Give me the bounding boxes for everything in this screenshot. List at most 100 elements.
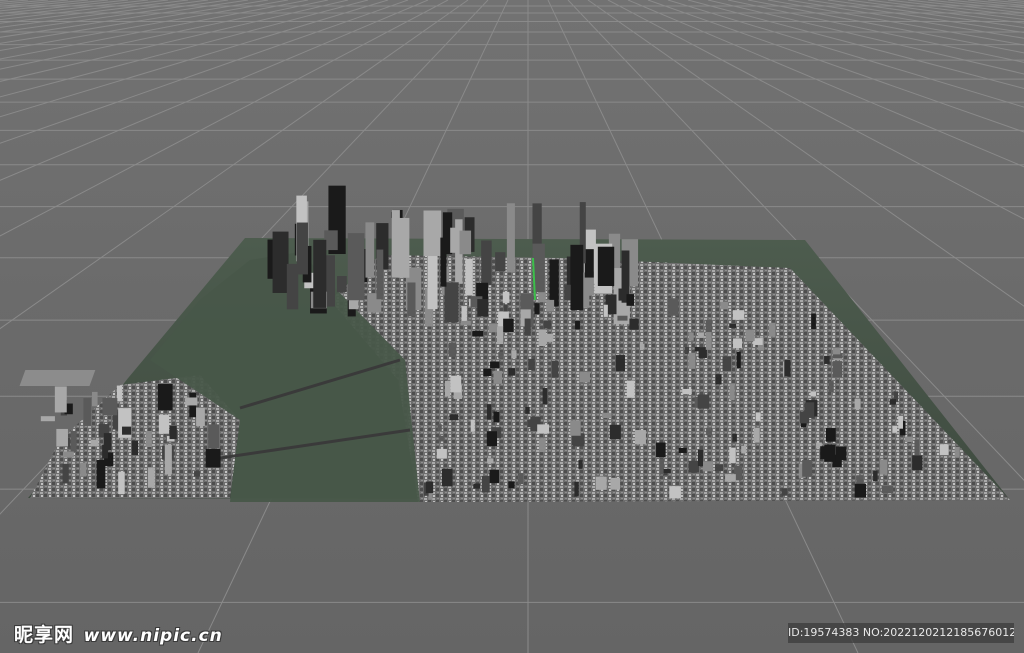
building [489, 469, 500, 484]
building [729, 447, 736, 463]
building [508, 368, 516, 376]
building [626, 294, 635, 306]
building [639, 343, 645, 350]
building [854, 398, 861, 410]
building [543, 320, 552, 329]
building [729, 323, 737, 328]
building [745, 330, 755, 342]
building [296, 222, 308, 275]
building [450, 227, 461, 253]
building [722, 356, 732, 371]
building [617, 315, 628, 321]
building [688, 460, 699, 473]
building [92, 391, 98, 407]
building [376, 249, 384, 300]
building [436, 448, 447, 459]
building [441, 468, 453, 487]
building [472, 330, 484, 337]
building [663, 469, 671, 474]
building [450, 375, 462, 393]
building [90, 439, 99, 447]
building [444, 380, 451, 397]
building [337, 276, 347, 293]
building [131, 440, 139, 456]
building [615, 355, 625, 372]
building [508, 481, 515, 489]
building [496, 326, 504, 345]
building [564, 284, 571, 301]
building [164, 444, 172, 475]
building [490, 361, 500, 368]
building [881, 485, 894, 494]
building [733, 338, 743, 349]
building [54, 386, 67, 413]
building [83, 398, 91, 426]
building [549, 259, 559, 307]
building [423, 210, 442, 257]
building [825, 428, 836, 442]
building [158, 414, 170, 434]
watermark-id-badge: ID:19574383 NO:20221202121856760129 [788, 623, 1014, 643]
building [634, 430, 646, 445]
building [145, 430, 152, 447]
building [102, 398, 118, 416]
watermark-site-text: www.nipic.cn [83, 626, 223, 646]
building [720, 301, 729, 310]
building [365, 222, 375, 278]
building [449, 414, 459, 421]
building [854, 483, 867, 498]
building [103, 433, 112, 451]
building [534, 303, 540, 315]
building [551, 360, 559, 378]
building [939, 444, 949, 455]
building [824, 356, 830, 364]
building [440, 237, 447, 287]
building [545, 333, 554, 342]
building [481, 475, 490, 493]
building [502, 291, 510, 303]
building [438, 435, 445, 442]
building [725, 474, 736, 482]
building [715, 374, 722, 385]
watermark-logo: 昵享网 www.nipic.cn [14, 620, 223, 647]
building [511, 350, 517, 359]
building [157, 383, 173, 411]
building [799, 411, 810, 424]
building [741, 445, 747, 454]
building [609, 424, 621, 440]
building [688, 332, 694, 341]
watermark-logo-text: 昵享网 [14, 624, 75, 646]
building [715, 464, 724, 472]
building [56, 428, 68, 447]
building [570, 420, 581, 436]
building [465, 258, 473, 296]
building [685, 346, 690, 355]
building [428, 492, 433, 500]
city-model[interactable] [0, 0, 1024, 653]
building [208, 424, 219, 449]
building [148, 467, 155, 488]
building [768, 322, 776, 337]
building [477, 299, 489, 317]
building [537, 424, 550, 434]
building [678, 447, 687, 453]
3d-viewport[interactable]: 昵享网 www.nipic.cn ID:19574383 NO:20221202… [0, 0, 1024, 653]
building [579, 372, 590, 383]
building [185, 397, 198, 406]
building [487, 404, 492, 420]
building [437, 424, 442, 431]
building [697, 449, 704, 467]
building [571, 434, 584, 446]
building [62, 463, 69, 484]
building [495, 252, 506, 272]
building [729, 383, 735, 401]
building [473, 483, 481, 489]
building [706, 427, 712, 436]
building [493, 411, 500, 423]
building [272, 231, 289, 293]
building [702, 461, 714, 472]
building [584, 249, 594, 278]
building [784, 359, 791, 377]
building [493, 370, 503, 384]
building [626, 380, 635, 398]
